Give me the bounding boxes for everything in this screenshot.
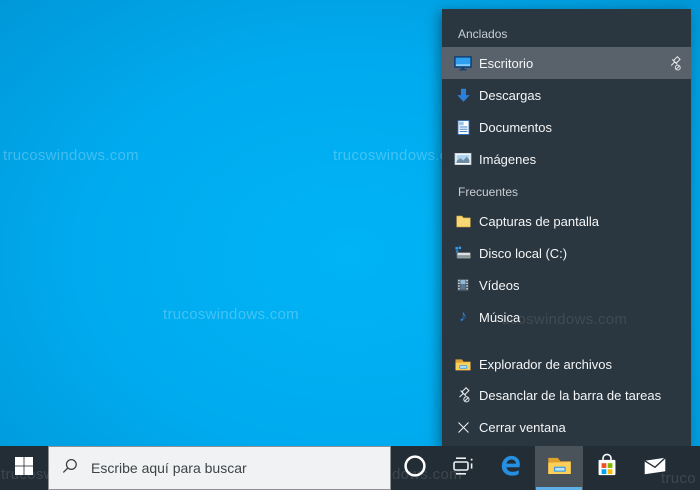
item-label: Disco local (C:) (479, 245, 568, 261)
section-header-pinned: Anclados (458, 27, 508, 41)
jumplist-item-imagenes[interactable]: Imágenes (442, 143, 691, 175)
jumplist-item-musica[interactable]: ♪ Música (442, 301, 691, 333)
download-icon (454, 86, 472, 104)
store-icon (594, 453, 620, 484)
jumplist-item-videos[interactable]: Vídeos (442, 269, 691, 301)
mail-button[interactable] (631, 446, 679, 490)
pictures-icon (454, 150, 472, 168)
document-icon (454, 118, 472, 136)
mail-icon (642, 453, 668, 484)
unpin-icon[interactable] (665, 54, 683, 72)
disk-icon (454, 244, 472, 262)
edge-icon (498, 452, 525, 484)
taskbar (0, 446, 700, 490)
item-label: Música (479, 309, 521, 325)
windows-logo-icon (14, 456, 34, 481)
file-explorer-icon (454, 355, 472, 373)
start-button[interactable] (0, 446, 48, 490)
jumplist-item-capturas[interactable]: Capturas de pantalla (442, 205, 691, 237)
search-input[interactable] (89, 459, 373, 477)
jumplist-item-escritorio[interactable]: Escritorio (442, 47, 691, 79)
jumplist-item-descargas[interactable]: Descargas (442, 79, 691, 111)
watermark: trucoswindows.com (163, 306, 299, 323)
edge-button[interactable] (487, 446, 535, 490)
cortana-button[interactable] (391, 446, 439, 490)
desktop-icon (454, 54, 472, 72)
store-button[interactable] (583, 446, 631, 490)
item-label: Cerrar ventana (479, 419, 566, 435)
task-view-icon (451, 454, 475, 483)
unpin-icon (454, 386, 472, 404)
item-label: Capturas de pantalla (479, 213, 599, 229)
watermark: trucoswindows.com (3, 147, 139, 164)
jumplist-item-disco-local[interactable]: Disco local (C:) (442, 237, 691, 269)
item-label: Desanclar de la barra de tareas (479, 387, 662, 403)
jumplist-item-cerrar[interactable]: Cerrar ventana (442, 411, 691, 443)
item-label: Documentos (479, 119, 552, 135)
taskbar-search[interactable] (48, 446, 391, 490)
item-label: Vídeos (479, 277, 520, 293)
item-label: Explorador de archivos (479, 356, 612, 372)
desktop: trucoswindows.com trucoswindows.com truc… (0, 0, 700, 490)
file-explorer-icon (546, 452, 573, 484)
item-label: Imágenes (479, 151, 537, 167)
file-explorer-button[interactable] (535, 446, 583, 490)
section-header-frequent: Frecuentes (458, 185, 519, 199)
music-icon: ♪ (459, 308, 467, 325)
close-icon (454, 418, 472, 436)
folder-icon (454, 212, 472, 230)
search-icon (61, 457, 79, 480)
jumplist-panel: Anclados Escritorio Descargas Documentos… (442, 9, 691, 446)
jumplist-item-desanclar[interactable]: Desanclar de la barra de tareas (442, 379, 691, 411)
video-icon (454, 276, 472, 294)
item-label: Escritorio (479, 55, 534, 71)
task-view-button[interactable] (439, 446, 487, 490)
cortana-icon (403, 454, 427, 483)
item-label: Descargas (479, 87, 542, 103)
jumplist-item-documentos[interactable]: Documentos (442, 111, 691, 143)
jumplist-item-explorador[interactable]: Explorador de archivos (442, 348, 691, 380)
